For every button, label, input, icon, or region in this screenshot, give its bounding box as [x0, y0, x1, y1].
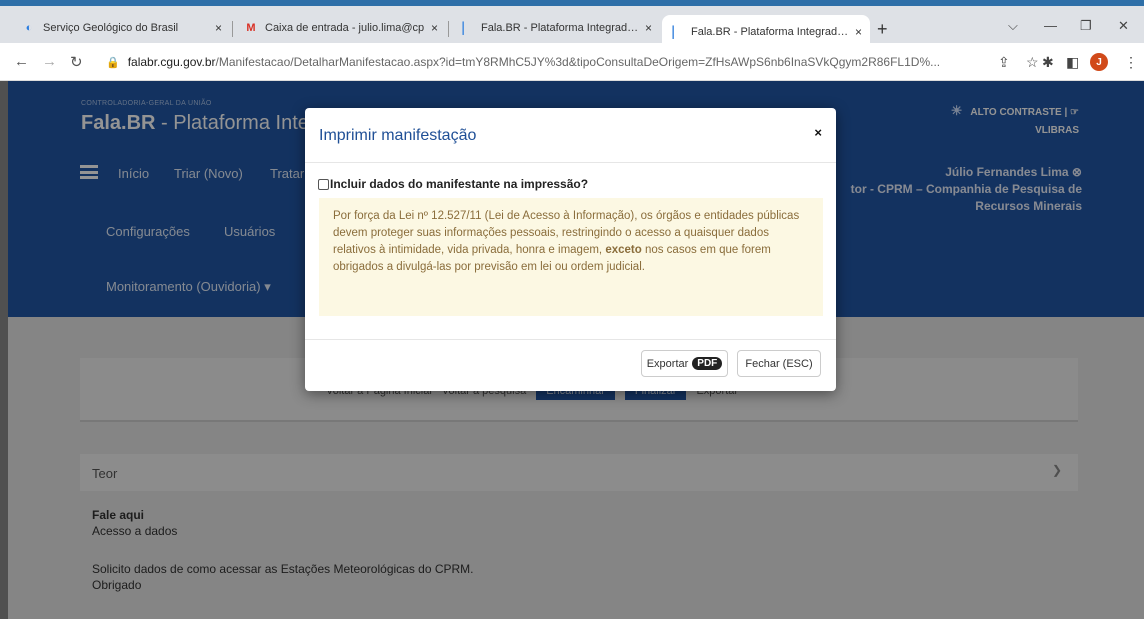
include-data-checkbox[interactable] [318, 178, 329, 190]
sgb-favicon-icon: ◐ [25, 22, 33, 34]
close-tab-icon[interactable]: × [431, 21, 438, 35]
close-icon[interactable]: × [814, 125, 822, 140]
pdf-badge: PDF [692, 357, 723, 370]
bookmark-star-icon[interactable]: ☆ [1026, 54, 1039, 71]
share-icon[interactable]: ⇪ [998, 54, 1010, 71]
window-close-icon[interactable]: ✕ [1118, 18, 1129, 34]
gmail-icon: M [246, 22, 256, 34]
print-modal: Imprimir manifestação × Incluir dados do… [305, 108, 836, 391]
checkbox-label[interactable]: Incluir dados do manifestante na impress… [330, 177, 588, 191]
close-tab-icon[interactable]: × [215, 21, 222, 35]
extensions-icon[interactable]: ✱ [1042, 54, 1054, 71]
tab-servico-geologico[interactable]: ◐ Serviço Geológico do Brasil × [14, 13, 230, 43]
minimize-icon[interactable]: — [1044, 18, 1057, 33]
tab-falabr-1[interactable]: ▏ Fala.BR - Plataforma Integrada d × [452, 13, 660, 43]
browser-tab-bar: ◐ Serviço Geológico do Brasil × M Caixa … [0, 0, 1144, 49]
privacy-warning: Por força da Lei nº 12.527/11 (Lei de Ac… [319, 198, 823, 316]
side-panel-icon[interactable]: ◧ [1066, 54, 1079, 71]
close-esc-button[interactable]: Fechar (ESC) [737, 350, 821, 377]
export-pdf-button[interactable]: Exportar PDF [641, 350, 728, 377]
tab-gmail[interactable]: M Caixa de entrada - julio.lima@cp × [236, 13, 446, 43]
url-field[interactable]: 🔒 falabr.cgu.gov.br /Manifestacao/Detalh… [106, 50, 986, 74]
new-tab-button[interactable]: + [877, 19, 888, 40]
profile-avatar[interactable]: J [1090, 53, 1108, 71]
close-tab-icon[interactable]: × [855, 25, 862, 39]
address-bar: ← → ↻ 🔒 falabr.cgu.gov.br /Manifestacao/… [0, 43, 1144, 81]
back-icon[interactable]: ← [14, 53, 29, 70]
page-favicon-icon: ▏ [672, 26, 682, 39]
lock-icon: 🔒 [106, 56, 120, 69]
page-favicon-icon: ▏ [462, 22, 472, 35]
modal-title: Imprimir manifestação [319, 127, 477, 144]
menu-kebab-icon[interactable]: ⋮ [1124, 54, 1138, 71]
restore-icon[interactable]: ❐ [1080, 18, 1092, 34]
forward-icon[interactable]: → [42, 53, 57, 70]
include-data-checkbox-row[interactable]: Incluir dados do manifestante na impress… [318, 177, 588, 191]
close-tab-icon[interactable]: × [645, 21, 652, 35]
tab-search-icon[interactable]: ⌵ [1008, 18, 1018, 34]
reload-icon[interactable]: ↻ [70, 53, 83, 71]
